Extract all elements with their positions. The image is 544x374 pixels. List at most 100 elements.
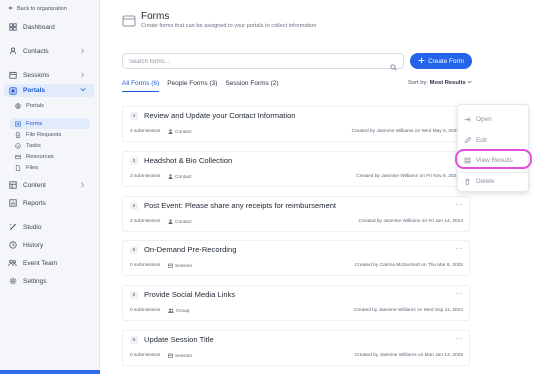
form-title[interactable]: Provide Social Media Links (144, 290, 235, 299)
plus-icon (418, 57, 425, 66)
sidebar-item-label: Dashboard (23, 23, 55, 31)
chevron-right-icon (80, 48, 86, 54)
form-type-label: Contact (175, 220, 192, 225)
check-circle-icon (14, 142, 21, 149)
sort-dropdown[interactable]: Sort by: Most Results (408, 80, 472, 86)
resources-icon (14, 153, 21, 160)
pencil-icon (464, 137, 471, 144)
submissions-count: 2 submissions (130, 219, 161, 224)
wand-icon (8, 223, 17, 232)
form-card[interactable]: 2 Post Event: Please share any receipts … (122, 196, 470, 232)
sidebar-item-content[interactable]: Content (0, 176, 100, 194)
tab-session-forms[interactable]: Session Forms (2) (225, 80, 278, 92)
gear-icon (8, 277, 17, 286)
globe-icon (14, 102, 21, 109)
sidebar-bottom-bar (0, 370, 100, 374)
form-card[interactable]: 0 Provide Social Media Links 0 submissio… (122, 285, 470, 321)
search-input[interactable] (129, 57, 379, 66)
menu-divider (458, 172, 530, 173)
sidebar-item-settings[interactable]: Settings (0, 272, 100, 290)
form-type-label: Session (175, 354, 193, 359)
calendar-icon (168, 263, 173, 270)
form-actions-menu: Open Edit View Results Delete (455, 104, 532, 192)
form-card[interactable]: 3 Headshot & Bio Collection 3 submission… (122, 151, 470, 187)
form-title[interactable]: Post Event: Please share any receipts fo… (144, 201, 336, 210)
form-card[interactable]: 0 On-Demand Pre-Recording 0 submissions … (122, 240, 470, 276)
sidebar-subitem-file-requests[interactable]: File Requests (0, 129, 100, 140)
sidebar-item-contacts[interactable]: Contacts (0, 42, 100, 60)
sidebar-subitem-resources[interactable]: Resources (0, 151, 100, 162)
forms-page-icon (122, 14, 136, 28)
open-icon (464, 116, 471, 123)
sidebar-item-studio[interactable]: Studio (0, 218, 100, 236)
sidebar-item-portals[interactable]: Portals (4, 84, 94, 97)
created-info: Created by Jasmine Williams on Fri Nov 8… (356, 174, 459, 179)
more-options-button[interactable]: ... (456, 334, 463, 341)
sidebar-subitem-portals[interactable]: Portals (0, 100, 100, 111)
submission-count-badge: 2 (130, 202, 138, 210)
sidebar-item-event-team[interactable]: Event Team (0, 254, 100, 272)
form-type: Contact (168, 219, 192, 226)
sidebar-subitem-tasks[interactable]: Tasks (0, 140, 100, 151)
tab-people-forms[interactable]: People Forms (3) (167, 80, 217, 92)
sidebar-subitem-forms[interactable]: Forms (10, 118, 90, 129)
chart-icon (8, 199, 17, 208)
sidebar-subitem-files[interactable]: Files (0, 162, 100, 173)
created-info: Created by Catrina McDermott on Thu Mar … (354, 263, 463, 268)
search-icon[interactable] (390, 58, 397, 71)
created-info: Created by Jasmine Williams on Wed May 6… (351, 129, 459, 134)
menu-item-open[interactable]: Open (464, 116, 492, 123)
form-title[interactable]: On-Demand Pre-Recording (144, 245, 236, 254)
sidebar-item-label: Contacts (23, 47, 49, 55)
sidebar-item-label: Portals (23, 87, 46, 94)
search-box (122, 53, 404, 71)
chevron-down-icon (467, 80, 472, 86)
form-type: Contact (168, 174, 192, 181)
submissions-count: 0 submissions (130, 263, 161, 268)
chevron-down-icon (80, 87, 86, 93)
more-options-button[interactable]: ... (456, 289, 463, 296)
submissions-count: 0 submissions (130, 308, 161, 313)
sidebar: Back to organization Dashboard Contacts … (0, 0, 100, 374)
tab-all-forms[interactable]: All Forms (6) (122, 80, 160, 92)
form-type: Group (168, 308, 189, 315)
form-type: Session (168, 263, 192, 270)
create-form-button[interactable]: Create Form (410, 53, 472, 69)
page-title: Forms (141, 11, 170, 22)
form-title[interactable]: Review and Update your Contact Informati… (144, 111, 296, 120)
sidebar-subitem-label: Files (26, 164, 39, 171)
submission-count-badge: 0 (130, 336, 138, 344)
menu-item-label: Open (476, 116, 492, 123)
form-type: Session (168, 353, 192, 360)
back-to-organization-link[interactable]: Back to organization (8, 5, 67, 13)
menu-item-delete[interactable]: Delete (464, 178, 494, 185)
sidebar-item-history[interactable]: History (0, 236, 100, 254)
file-icon (14, 164, 21, 171)
sidebar-item-label: Settings (23, 277, 47, 285)
view-results-highlight (455, 149, 532, 169)
page-subtitle: Create forms that can be assigned to you… (141, 23, 317, 29)
more-options-button[interactable]: ... (456, 200, 463, 207)
form-tabs: All Forms (6) People Forms (3) Session F… (122, 80, 279, 92)
form-card[interactable]: 4 Review and Update your Contact Informa… (122, 106, 470, 142)
submission-count-badge: 4 (130, 112, 138, 120)
portal-icon (8, 86, 17, 95)
sidebar-item-sessions[interactable]: Sessions (0, 66, 100, 84)
calendar-icon (8, 71, 17, 80)
form-title[interactable]: Headshot & Bio Collection (144, 156, 232, 165)
sidebar-item-dashboard[interactable]: Dashboard (0, 18, 100, 36)
form-type-label: Contact (175, 175, 192, 180)
form-title[interactable]: Update Session Title (144, 335, 214, 344)
sidebar-subitem-label: File Requests (26, 131, 62, 138)
menu-item-edit[interactable]: Edit (464, 137, 487, 144)
sidebar-subitem-label: Portals (26, 102, 45, 109)
chevron-right-icon (80, 72, 86, 78)
group-icon (168, 308, 174, 315)
submission-count-badge: 0 (130, 246, 138, 254)
sidebar-subitem-label: Forms (26, 120, 43, 127)
form-card[interactable]: 0 Update Session Title 0 submissions Ses… (122, 330, 470, 366)
submissions-count: 3 submissions (130, 174, 161, 179)
arrow-left-icon (8, 5, 14, 13)
more-options-button[interactable]: ... (456, 244, 463, 251)
sidebar-item-reports[interactable]: Reports (0, 194, 100, 212)
